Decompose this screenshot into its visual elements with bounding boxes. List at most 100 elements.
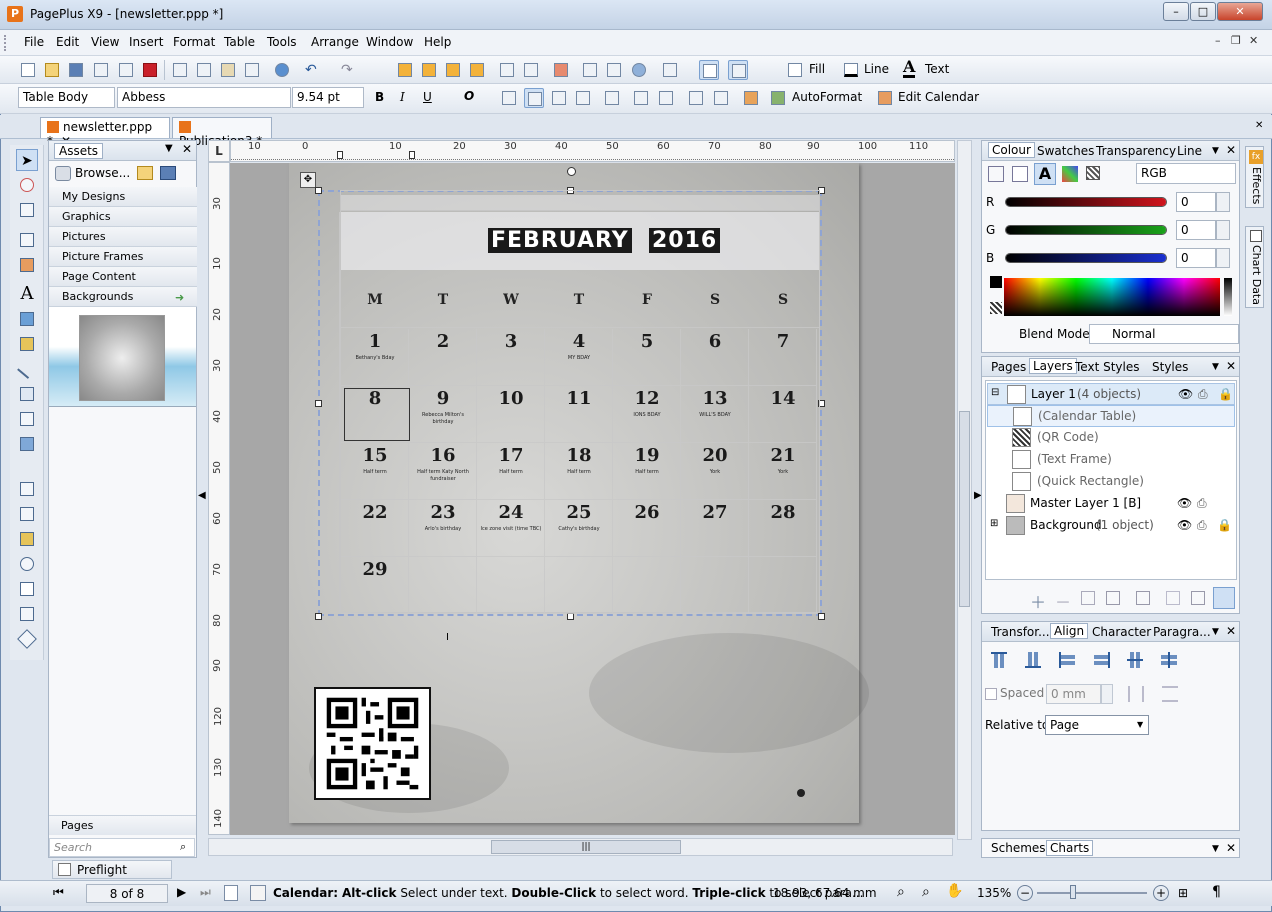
- first-page-icon[interactable]: ⏮: [53, 885, 64, 900]
- relative-to-dropdown[interactable]: Page: [1045, 715, 1149, 735]
- forward-one-icon[interactable]: [443, 60, 463, 80]
- lasso-tool[interactable]: [16, 174, 38, 196]
- mdi-close-icon[interactable]: ✕: [1249, 34, 1258, 47]
- pointer-tool[interactable]: ➤: [16, 149, 38, 171]
- assets-close-icon[interactable]: ✕: [182, 142, 192, 156]
- close-button[interactable]: ✕: [1217, 2, 1263, 21]
- line-tool[interactable]: [16, 358, 38, 380]
- align-center-icon[interactable]: [1161, 652, 1177, 668]
- panel-menu-icon[interactable]: ▼: [1212, 146, 1219, 156]
- calendar-cell[interactable]: 22: [341, 500, 409, 557]
- edit-calendar-button[interactable]: Edit Calendar: [898, 90, 979, 104]
- calendar-cell[interactable]: 13 WILL'S BDAY: [681, 386, 749, 443]
- calendar-cell[interactable]: 23 Arlo's birthday: [409, 500, 477, 557]
- indent-marker[interactable]: [409, 151, 415, 159]
- save-asset-icon[interactable]: [160, 166, 176, 180]
- connector-tool[interactable]: [16, 408, 38, 430]
- panel-menu-icon[interactable]: ▼: [1212, 844, 1219, 854]
- transparency-tool[interactable]: [16, 553, 38, 575]
- transparent-swatch[interactable]: [990, 302, 1002, 314]
- align-left-icon[interactable]: [499, 88, 519, 108]
- text-frame-tool[interactable]: [16, 229, 38, 251]
- no-fill-icon[interactable]: [1086, 166, 1100, 180]
- pencil-tool[interactable]: [16, 308, 38, 330]
- mdi-restore-icon[interactable]: ❐: [1231, 34, 1241, 47]
- table-cell-icon[interactable]: [686, 88, 706, 108]
- table-grid-icon[interactable]: [699, 60, 719, 80]
- crop-tool[interactable]: [16, 478, 38, 500]
- vertical-scrollbar[interactable]: [957, 140, 972, 840]
- text-label[interactable]: Text: [925, 62, 949, 76]
- tab-newsletter[interactable]: newsletter.ppp *✕: [40, 117, 170, 148]
- menu-view[interactable]: View: [91, 35, 119, 49]
- zoom-level[interactable]: 135%: [977, 886, 1011, 900]
- menu-window[interactable]: Window: [366, 35, 413, 49]
- back-one-icon[interactable]: [467, 60, 487, 80]
- calendar-cell[interactable]: 1 Bethany's Bday: [341, 329, 409, 386]
- rotate-tool[interactable]: [16, 199, 38, 221]
- assets-graphics[interactable]: Graphics: [49, 207, 197, 227]
- calendar-cell[interactable]: 21 York: [749, 443, 817, 500]
- calendar-cell[interactable]: [749, 557, 817, 614]
- vertical-scroll-thumb[interactable]: [959, 411, 970, 607]
- mdi-minimize-icon[interactable]: –: [1215, 34, 1221, 47]
- calendar-cell[interactable]: [613, 557, 681, 614]
- pin-icon[interactable]: ➜: [175, 291, 184, 304]
- align-right-icon[interactable]: [1094, 652, 1110, 668]
- b-slider[interactable]: [1005, 253, 1167, 263]
- panel-close-icon[interactable]: ✕: [1226, 624, 1236, 638]
- send-to-back-icon[interactable]: [419, 60, 439, 80]
- tab-transparency[interactable]: Transparency: [1096, 144, 1176, 158]
- line-swatch[interactable]: [841, 60, 861, 80]
- r-slider[interactable]: [1005, 197, 1167, 207]
- resize-handle[interactable]: [567, 613, 574, 620]
- distribute-vertical-icon[interactable]: [1162, 686, 1178, 702]
- align-icon[interactable]: [551, 60, 571, 80]
- image-icon[interactable]: [741, 88, 761, 108]
- align-top-icon[interactable]: [991, 652, 1007, 668]
- pen-tool[interactable]: [16, 333, 38, 355]
- calendar-cell[interactable]: 12 IONS BDAY: [613, 386, 681, 443]
- search-input[interactable]: Search: [49, 838, 195, 857]
- cut-icon[interactable]: [170, 60, 190, 80]
- brightness-strip[interactable]: [1224, 278, 1232, 316]
- panel-close-icon[interactable]: ✕: [1226, 841, 1236, 855]
- calendar-cell[interactable]: [545, 557, 613, 614]
- print-preview-icon[interactable]: [116, 60, 136, 80]
- tab-styles[interactable]: Styles: [1152, 360, 1188, 374]
- search-icon[interactable]: ⌕: [180, 840, 186, 854]
- justify-icon[interactable]: [573, 88, 593, 108]
- calendar-cell[interactable]: [409, 557, 477, 614]
- layer-properties-icon[interactable]: [1106, 591, 1120, 605]
- fill-tool[interactable]: [16, 528, 38, 550]
- collapse-left-icon[interactable]: ◀: [198, 490, 206, 501]
- calendar-cell[interactable]: [681, 557, 749, 614]
- pointer-mode-icon[interactable]: [728, 60, 748, 80]
- save-icon[interactable]: [66, 60, 86, 80]
- bold-button[interactable]: B: [375, 90, 384, 104]
- printable-icon[interactable]: ⎙: [1198, 387, 1208, 402]
- tab-effects[interactable]: fx Effects: [1245, 146, 1264, 208]
- layer-object-text-frame[interactable]: (Text Frame): [987, 449, 1235, 471]
- color-spectrum[interactable]: [1004, 278, 1220, 316]
- folder-icon[interactable]: [137, 166, 153, 180]
- web-icon[interactable]: [272, 60, 292, 80]
- open-icon[interactable]: [42, 60, 62, 80]
- g-slider[interactable]: [1005, 225, 1167, 235]
- calendar-cell[interactable]: 5: [613, 329, 681, 386]
- calendar-cell[interactable]: 11: [545, 386, 613, 443]
- calendar-cell[interactable]: 10: [477, 386, 545, 443]
- shrink-text-icon[interactable]: [656, 88, 676, 108]
- zoom-fit-icon[interactable]: ⌕: [922, 884, 930, 900]
- wrap-icon[interactable]: [604, 60, 624, 80]
- calendar-cell[interactable]: 29: [341, 557, 409, 614]
- text-style-dropdown[interactable]: Table Body: [18, 87, 115, 108]
- zoom-slider[interactable]: [1037, 892, 1147, 894]
- text-fit-icon[interactable]: [602, 88, 622, 108]
- calendar-cell[interactable]: 19 Half term: [613, 443, 681, 500]
- page-icon[interactable]: [224, 885, 238, 901]
- assets-my-designs[interactable]: My Designs: [49, 187, 197, 207]
- move-layer-icon[interactable]: [1081, 591, 1095, 605]
- color-model-dropdown[interactable]: RGB: [1136, 163, 1236, 184]
- tabs-close-icon[interactable]: ✕: [1255, 120, 1263, 131]
